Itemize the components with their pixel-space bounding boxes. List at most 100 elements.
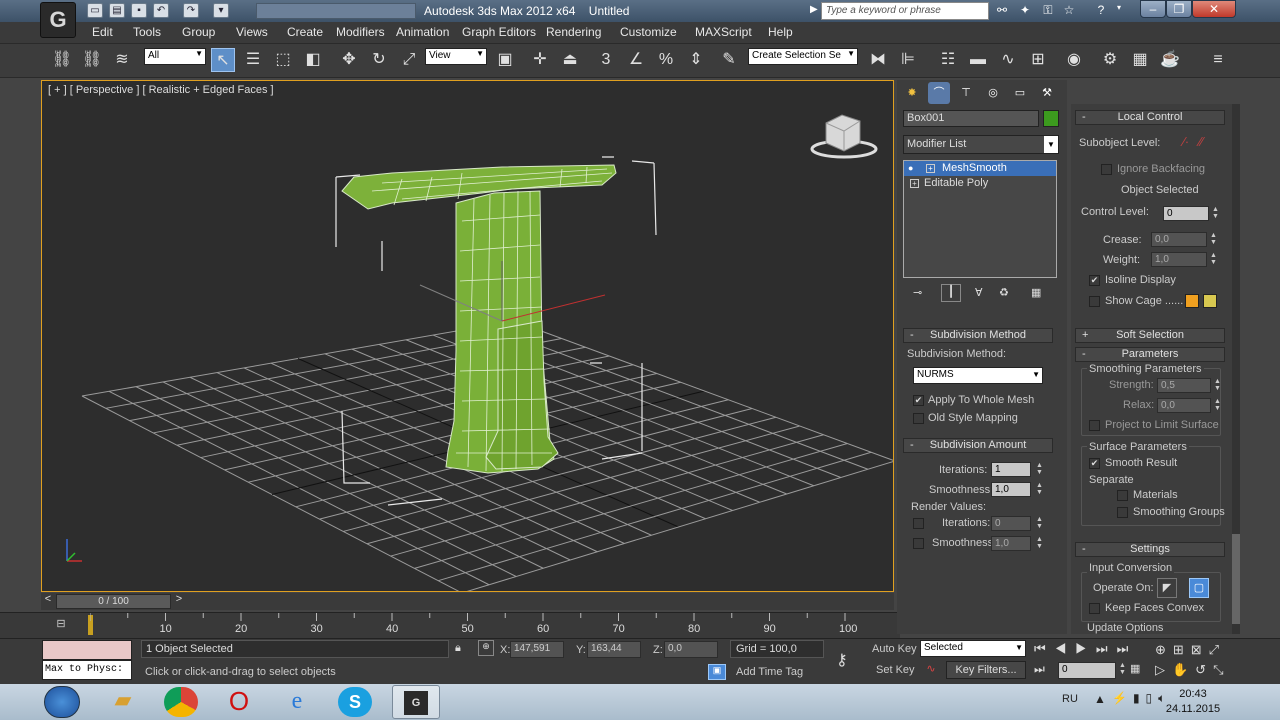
- project-folder-box[interactable]: [256, 3, 416, 19]
- viewport-navigation-bottom[interactable]: ▷✋↺⤡: [1155, 662, 1230, 678]
- make-unique-icon[interactable]: ∀: [975, 286, 983, 299]
- curve-editor-icon[interactable]: ∿: [996, 48, 1020, 72]
- app-logo-button[interactable]: G: [40, 2, 76, 38]
- menu-help[interactable]: Help: [768, 25, 793, 39]
- selection-lock-icon[interactable]: 🔒︎: [455, 642, 461, 655]
- playback-controls[interactable]: ⏮◀▶⏭⏭: [1034, 641, 1137, 657]
- maxscript-listener-mini[interactable]: [42, 640, 132, 660]
- settings-rollout[interactable]: - Settings: [1075, 542, 1225, 557]
- snaps-toggle-icon[interactable]: 3: [594, 48, 618, 72]
- language-indicator[interactable]: RU: [1062, 693, 1078, 705]
- modifier-list-dropdown[interactable]: Modifier List ▼: [903, 135, 1059, 154]
- iterations-spinner[interactable]: 1: [991, 462, 1031, 477]
- spinner-arrows-icon[interactable]: ▲ ▼: [1213, 398, 1222, 413]
- close-button[interactable]: ✕: [1192, 0, 1236, 18]
- relax-spinner[interactable]: 0,0: [1157, 398, 1211, 413]
- toolbar-options-icon[interactable]: ≡: [1206, 48, 1230, 72]
- spinner-arrows-icon[interactable]: ▲ ▼: [1209, 252, 1218, 267]
- 3dsmax-taskbar-button[interactable]: G: [392, 685, 440, 719]
- chrome-icon[interactable]: [164, 687, 198, 717]
- pivot-center-icon[interactable]: ▣: [493, 48, 517, 72]
- key-selection-dropdown[interactable]: Selected ▼: [920, 640, 1026, 657]
- show-cage-checkbox[interactable]: [1089, 296, 1100, 307]
- spinner-arrows-icon[interactable]: ▲ ▼: [1213, 378, 1222, 393]
- stack-item-editable-poly[interactable]: + Editable Poly: [904, 176, 1056, 191]
- skype-icon[interactable]: S: [338, 687, 372, 717]
- smooth-result-checkbox[interactable]: ✔: [1089, 458, 1100, 469]
- select-by-name-icon[interactable]: ☰: [241, 48, 265, 72]
- select-and-manipulate-icon[interactable]: ✛: [528, 48, 552, 72]
- menu-modifiers[interactable]: Modifiers: [336, 25, 385, 39]
- maximize-button[interactable]: ❐: [1166, 0, 1192, 18]
- edit-named-selection-icon[interactable]: ✎: [717, 48, 741, 72]
- select-and-rotate-icon[interactable]: ↻: [367, 48, 391, 72]
- apply-whole-mesh-checkbox[interactable]: ✔: [913, 395, 924, 406]
- keyboard-shortcut-override-icon[interactable]: ⏏: [558, 48, 582, 72]
- save-file-icon[interactable]: ▪: [131, 3, 147, 18]
- selection-filter-dropdown[interactable]: All ▼: [144, 48, 206, 65]
- remove-modifier-icon[interactable]: ♻: [999, 286, 1009, 299]
- schematic-view-icon[interactable]: ⊞: [1026, 48, 1050, 72]
- render-smoothness-spinner[interactable]: 1,0: [991, 536, 1031, 551]
- hierarchy-tab-icon[interactable]: ⊤: [955, 82, 977, 104]
- reference-coordinate-dropdown[interactable]: View ▼: [425, 48, 487, 65]
- panel-scrollbar-thumb[interactable]: [1232, 534, 1240, 624]
- perspective-viewport[interactable]: [ + ] [ Perspective ] [ Realistic + Edge…: [41, 80, 894, 592]
- star-icon[interactable]: ☆: [1060, 3, 1078, 19]
- show-end-result-icon[interactable]: ┃: [941, 284, 961, 302]
- select-object-icon[interactable]: ↖: [211, 48, 235, 72]
- crease-spinner[interactable]: 0,0: [1151, 232, 1207, 247]
- key-filters-button[interactable]: Key Filters...: [946, 661, 1026, 679]
- render-production-icon[interactable]: ☕: [1158, 48, 1182, 72]
- create-tab-icon[interactable]: ✸: [901, 82, 923, 104]
- parameters-rollout[interactable]: - Parameters: [1075, 347, 1225, 362]
- show-hidden-icons[interactable]: ▲: [1094, 692, 1106, 706]
- absolute-mode-icon[interactable]: ⊕: [478, 640, 494, 656]
- x-coordinate-field[interactable]: 147,591: [510, 641, 564, 658]
- menu-group[interactable]: Group: [182, 25, 215, 39]
- local-control-rollout[interactable]: - Local Control: [1075, 110, 1225, 125]
- old-style-mapping-checkbox[interactable]: [913, 413, 924, 424]
- control-level-spinner[interactable]: 0: [1163, 206, 1209, 221]
- keep-faces-convex-checkbox[interactable]: [1089, 603, 1100, 614]
- render-iterations-checkbox[interactable]: [913, 518, 924, 529]
- angle-snap-icon[interactable]: ∠: [624, 48, 648, 72]
- tools-icon[interactable]: ✦: [1016, 3, 1034, 19]
- select-and-scale-icon[interactable]: ⤢: [397, 48, 421, 72]
- time-slider-thumb[interactable]: 0 / 100: [56, 594, 171, 609]
- key-icon[interactable]: ⚿: [1039, 3, 1057, 19]
- menu-edit[interactable]: Edit: [92, 25, 113, 39]
- spinner-snap-icon[interactable]: ⇕: [684, 48, 708, 72]
- utilities-tab-icon[interactable]: ⚒: [1036, 82, 1058, 104]
- spinner-arrows-icon[interactable]: ▲ ▼: [1209, 232, 1218, 247]
- menu-views[interactable]: Views: [236, 25, 268, 39]
- next-frame-icon[interactable]: >: [172, 593, 186, 610]
- expand-icon[interactable]: +: [926, 164, 935, 173]
- isoline-display-checkbox[interactable]: ✔: [1089, 275, 1100, 286]
- mirror-icon[interactable]: ⧓: [866, 48, 890, 72]
- ignore-backfacing-checkbox[interactable]: [1101, 164, 1112, 175]
- menu-create[interactable]: Create: [287, 25, 323, 39]
- window-crossing-icon[interactable]: ◧: [301, 48, 325, 72]
- track-bar[interactable]: ⊟ 10 20 30 40 50 60 70 80 90 100: [0, 612, 900, 638]
- key-mode-toggle-icon[interactable]: ⏭: [1034, 662, 1045, 677]
- spinner-arrows-icon[interactable]: ▲ ▼: [1118, 662, 1127, 677]
- set-key-button[interactable]: Set Key: [876, 664, 915, 676]
- binoculars-icon[interactable]: ⚯: [993, 3, 1011, 19]
- spinner-arrows-icon[interactable]: ▲ ▼: [1035, 536, 1044, 551]
- operate-on-polygons-icon[interactable]: ▢: [1189, 578, 1209, 598]
- subdivision-method-rollout[interactable]: - Subdivision Method: [903, 328, 1053, 343]
- smoothing-groups-checkbox[interactable]: [1117, 507, 1128, 518]
- materials-checkbox[interactable]: [1117, 490, 1128, 501]
- internet-explorer-icon[interactable]: e: [280, 687, 314, 717]
- vertex-icon[interactable]: ⁄∙: [1183, 134, 1189, 149]
- motion-tab-icon[interactable]: ◎: [982, 82, 1004, 104]
- z-coordinate-field[interactable]: 0,0: [664, 641, 718, 658]
- explorer-icon[interactable]: ▰: [106, 687, 140, 717]
- new-file-icon[interactable]: ▭: [87, 3, 103, 18]
- viewcube-icon[interactable]: [810, 114, 878, 159]
- current-frame-field[interactable]: 0: [1058, 662, 1116, 679]
- menu-animation[interactable]: Animation: [396, 25, 449, 39]
- undo-icon[interactable]: ↶: [153, 3, 169, 18]
- strength-spinner[interactable]: 0,5: [1157, 378, 1211, 393]
